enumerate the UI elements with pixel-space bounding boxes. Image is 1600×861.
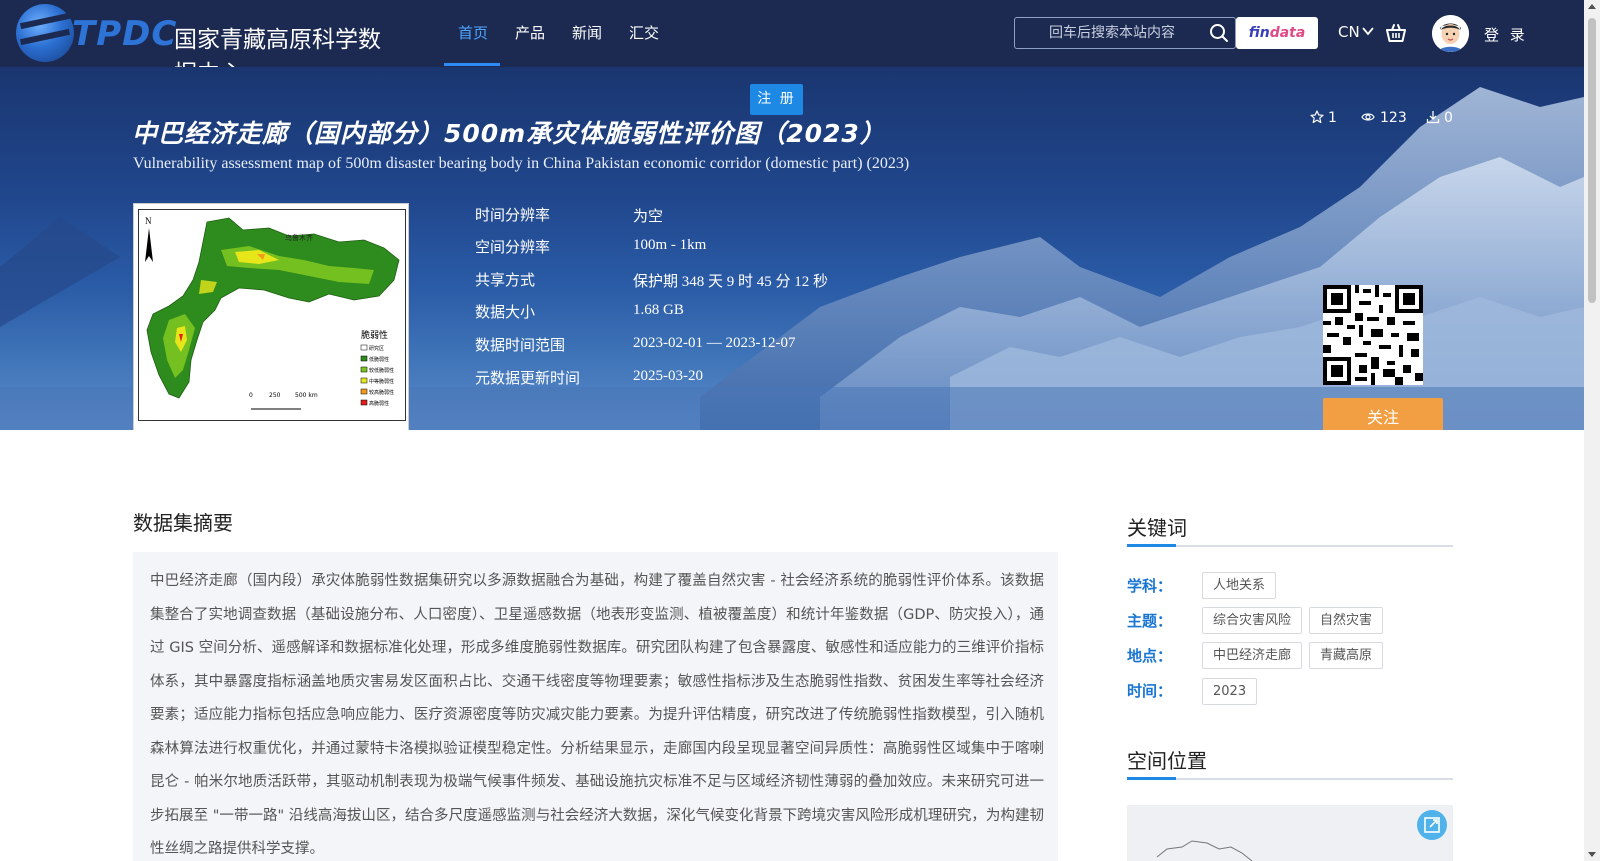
legend-title: 脆弱性 <box>361 329 388 341</box>
scroll-down-arrow-icon[interactable] <box>1588 852 1596 857</box>
keywords-divider-accent <box>1127 544 1176 547</box>
legend-swatch-2 <box>360 355 368 362</box>
eye-icon <box>1361 113 1375 121</box>
meta-value: 2023-02-01 — 2023-12-07 <box>633 335 796 351</box>
findata-button[interactable]: findata <box>1236 17 1318 49</box>
legend-item-5: 较高脆弱性 <box>369 389 394 396</box>
keyword-tag[interactable]: 中巴经济走廊 <box>1202 642 1303 669</box>
search-input[interactable] <box>1023 19 1201 47</box>
dataset-thumbnail[interactable]: N 乌鲁木齐 脆弱性 研究区 低脆弱性 较低脆弱性 中等脆弱性 较高脆弱性 高脆… <box>133 203 409 430</box>
findata-label-a: fin <box>1248 25 1270 41</box>
legend-swatch-5 <box>360 388 368 395</box>
location-divider-accent <box>1127 777 1176 780</box>
dataset-title-cn: 中巴经济走廊（国内部分）500m承灾体脆弱性评价图（2023） <box>132 119 886 148</box>
legend-swatch-6 <box>360 399 368 406</box>
avatar-face-icon <box>1432 15 1469 52</box>
keyword-label-theme: 主题： <box>1127 612 1173 630</box>
scale-label-250: 250 <box>269 392 281 399</box>
vulnerability-map-image: N 乌鲁木齐 脆弱性 研究区 低脆弱性 较低脆弱性 中等脆弱性 较高脆弱性 高脆… <box>145 216 400 410</box>
meta-label: 共享方式 <box>475 271 536 289</box>
star-count-value: 1 <box>1328 110 1337 126</box>
scroll-up-arrow-icon[interactable] <box>1588 4 1596 9</box>
scale-label-500: 500 km <box>295 392 318 399</box>
north-arrow-icon <box>145 228 153 262</box>
login-link[interactable]: 登 录 <box>1484 24 1528 45</box>
abstract-text: 中巴经济走廊（国内段）承灾体脆弱性数据集研究以多源数据融合为基础，构建了覆盖自然… <box>150 573 1044 857</box>
nav-item-products[interactable]: 产品 <box>515 22 545 43</box>
nav-item-submit[interactable]: 汇交 <box>629 22 659 43</box>
location-map-outline <box>1156 840 1253 861</box>
logo-abbreviation: TPDC <box>72 14 178 54</box>
meta-value: 2025-03-20 <box>633 368 703 384</box>
meta-label: 数据大小 <box>475 303 536 321</box>
map-legend: 研究区 低脆弱性 较低脆弱性 中等脆弱性 较高脆弱性 高脆弱性 <box>360 344 394 407</box>
dataset-hero-banner: 注 册 中巴经济走廊（国内部分）500m承灾体脆弱性评价图（2023） Vuln… <box>0 67 1584 430</box>
expand-icon[interactable] <box>1417 810 1447 840</box>
keyword-label-subject: 学科： <box>1127 577 1173 595</box>
view-count: 123 <box>1360 110 1407 126</box>
keyword-tag[interactable]: 自然灾害 <box>1309 607 1384 634</box>
location-section-title: 空间位置 <box>1127 749 1207 773</box>
meta-value: 为空 <box>633 209 664 225</box>
nav-item-news[interactable]: 新闻 <box>572 22 602 43</box>
legend-swatch-1 <box>360 344 368 351</box>
active-nav-indicator <box>444 63 500 66</box>
legend-item-3: 较低脆弱性 <box>369 367 394 374</box>
legend-item-2: 低脆弱性 <box>369 356 389 363</box>
expand-map-glyph <box>1424 817 1440 833</box>
star-icon <box>1310 110 1324 124</box>
download-count-value: 0 <box>1444 110 1453 126</box>
follow-button[interactable]: 关注 <box>1323 398 1443 430</box>
search-icon[interactable] <box>1209 23 1229 43</box>
view-count-value: 123 <box>1380 110 1407 126</box>
nav-item-home[interactable]: 首页 <box>458 22 488 43</box>
map-place-label: 乌鲁木齐 <box>285 233 313 242</box>
download-count: 0 <box>1426 110 1453 126</box>
legend-swatch-3 <box>360 366 368 373</box>
meta-label: 时间分辨率 <box>475 206 551 224</box>
legend-item-1: 研究区 <box>369 345 384 352</box>
meta-value: 保护期 348 天 9 时 45 分 12 秒 <box>633 274 829 290</box>
keyword-label-place: 地点： <box>1127 647 1173 665</box>
legend-swatch-4 <box>360 377 368 384</box>
star-count[interactable]: 1 <box>1310 110 1337 126</box>
chevron-down-icon[interactable] <box>1362 26 1374 36</box>
cart-icon[interactable] <box>1385 22 1407 44</box>
meta-value: 100m - 1km <box>633 237 707 253</box>
site-logo[interactable]: TPDC 国家青藏高原科学数据中心 <box>14 2 394 87</box>
qr-code-icon <box>1323 285 1423 385</box>
abstract-section-title: 数据集摘要 <box>133 511 233 535</box>
keyword-tag[interactable]: 人地关系 <box>1202 572 1277 599</box>
legend-item-6: 高脆弱性 <box>369 400 389 407</box>
abstract-box: 中巴经济走廊（国内段）承灾体脆弱性数据集研究以多源数据融合为基础，构建了覆盖自然… <box>133 552 1058 861</box>
keyword-label-time: 时间： <box>1127 682 1173 700</box>
meta-label: 空间分辨率 <box>475 238 551 256</box>
register-button[interactable]: 注 册 <box>750 84 803 115</box>
keyword-tag[interactable]: 综合灾害风险 <box>1202 607 1303 634</box>
dataset-title-en: Vulnerability assessment map of 500m dis… <box>133 155 910 172</box>
scale-label-0: 0 <box>249 392 253 399</box>
globe-logo-icon <box>16 4 74 62</box>
meta-value: 1.68 GB <box>633 302 684 318</box>
language-selector[interactable]: CN <box>1338 23 1360 41</box>
meta-label: 元数据更新时间 <box>475 369 581 387</box>
keyword-tag[interactable]: 青藏高原 <box>1309 642 1384 669</box>
avatar[interactable] <box>1432 15 1469 52</box>
thumbnail-map-frame: N 乌鲁木齐 脆弱性 研究区 低脆弱性 较低脆弱性 中等脆弱性 较高脆弱性 高脆… <box>138 209 406 421</box>
map-scale-bar: 0 250 500 km <box>249 392 318 410</box>
keyword-tag[interactable]: 2023 <box>1202 678 1258 705</box>
top-navbar: TPDC 国家青藏高原科学数据中心 首页 产品 新闻 汇交 findata CN <box>0 0 1584 87</box>
findata-label-b: data <box>1269 25 1306 41</box>
keywords-section-title: 关键词 <box>1127 516 1187 540</box>
search-box <box>1014 17 1236 49</box>
page-scrollbar[interactable] <box>1584 0 1600 861</box>
north-label: N <box>145 216 152 226</box>
location-map[interactable] <box>1127 805 1453 861</box>
legend-item-4: 中等脆弱性 <box>369 378 394 385</box>
scrollbar-thumb[interactable] <box>1588 18 1596 303</box>
download-icon <box>1426 111 1440 124</box>
meta-label: 数据时间范围 <box>475 336 566 354</box>
